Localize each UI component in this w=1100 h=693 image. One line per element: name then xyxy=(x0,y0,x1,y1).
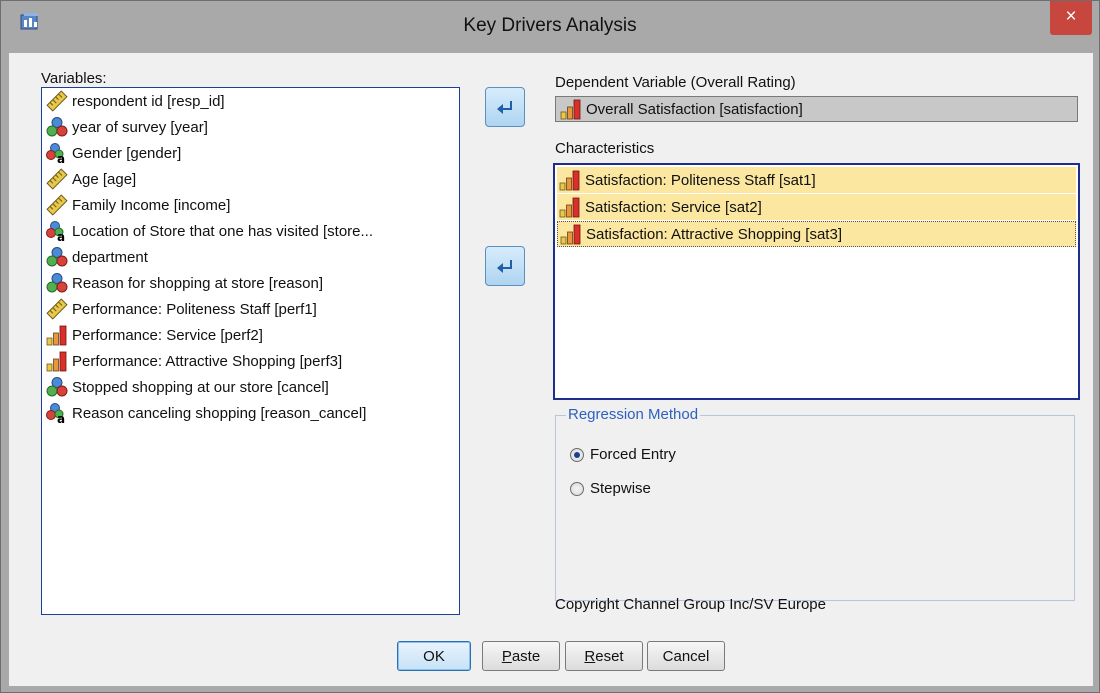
variable-item-label: Family Income [income] xyxy=(72,196,231,214)
nominal-string-icon xyxy=(46,142,68,164)
variable-item-label: Performance: Politeness Staff [perf1] xyxy=(72,300,317,318)
variable-item-label: Reason canceling shopping [reason_cancel… xyxy=(72,404,367,422)
window-title: Key Drivers Analysis xyxy=(463,15,637,36)
scale-ruler-icon xyxy=(46,194,68,216)
cancel-button-label: Cancel xyxy=(662,647,710,665)
key-drivers-dialog: Key Drivers Analysis × Variables: respon… xyxy=(0,0,1100,693)
ordinal-bars-icon xyxy=(560,98,582,120)
nominal-icon xyxy=(46,116,68,138)
scale-ruler-icon xyxy=(46,90,68,112)
variable-item[interactable]: Performance: Politeness Staff [perf1] xyxy=(42,296,459,322)
radio-forced-entry[interactable]: Forced Entry xyxy=(570,446,676,463)
ordinal-bars-icon xyxy=(46,350,68,372)
variable-item[interactable]: Performance: Service [perf2] xyxy=(42,322,459,348)
variable-item[interactable]: Reason canceling shopping [reason_cancel… xyxy=(42,400,459,426)
paste-button[interactable]: Paste xyxy=(482,641,560,671)
characteristic-item-label: Satisfaction: Politeness Staff [sat1] xyxy=(585,171,816,189)
move-to-dependent-button[interactable] xyxy=(485,87,525,127)
nominal-icon xyxy=(46,246,68,268)
paste-button-label: Paste xyxy=(501,647,541,665)
nominal-string-icon xyxy=(46,220,68,242)
ordinal-bars-icon xyxy=(559,196,581,218)
ok-button[interactable]: OK xyxy=(397,641,471,671)
nominal-icon xyxy=(46,272,68,294)
radio-stepwise[interactable]: Stepwise xyxy=(570,480,651,497)
variable-item[interactable]: Gender [gender] xyxy=(42,140,459,166)
cancel-button[interactable]: Cancel xyxy=(647,641,725,671)
arrow-left-icon xyxy=(495,256,515,276)
variable-item[interactable]: year of survey [year] xyxy=(42,114,459,140)
reset-button-label: Reset xyxy=(584,647,624,665)
characteristic-item[interactable]: Satisfaction: Attractive Shopping [sat3] xyxy=(557,221,1076,247)
radio-stepwise-label: Stepwise xyxy=(590,480,651,497)
variable-item-label: respondent id [resp_id] xyxy=(72,92,225,110)
regression-method-label: Regression Method xyxy=(566,406,701,423)
arrow-left-icon xyxy=(495,97,515,117)
title-bar[interactable]: Key Drivers Analysis × xyxy=(1,1,1099,53)
regression-method-group: Regression Method Forced Entry Stepwise xyxy=(555,406,1075,601)
variable-item[interactable]: department xyxy=(42,244,459,270)
radio-forced-entry-label: Forced Entry xyxy=(590,446,676,463)
scale-ruler-icon xyxy=(46,298,68,320)
radio-selected-icon[interactable] xyxy=(570,447,584,462)
close-button[interactable]: × xyxy=(1050,1,1092,35)
close-icon: × xyxy=(1065,6,1077,27)
characteristic-item[interactable]: Satisfaction: Politeness Staff [sat1] xyxy=(557,167,1076,193)
nominal-string-icon xyxy=(46,402,68,424)
radio-unselected-icon[interactable] xyxy=(570,481,584,496)
ordinal-bars-icon xyxy=(559,169,581,191)
nominal-icon xyxy=(46,376,68,398)
variable-item-label: Age [age] xyxy=(72,170,137,188)
variable-item-label: department xyxy=(72,248,148,266)
variable-item-label: Performance: Service [perf2] xyxy=(72,326,263,344)
characteristics-list[interactable]: Satisfaction: Politeness Staff [sat1] Sat… xyxy=(553,163,1080,400)
scale-ruler-icon xyxy=(46,168,68,190)
ordinal-bars-icon xyxy=(560,223,582,245)
dependent-variable-value: Overall Satisfaction [satisfaction] xyxy=(586,100,803,118)
variable-item[interactable]: Performance: Attractive Shopping [perf3] xyxy=(42,348,459,374)
move-to-characteristics-button[interactable] xyxy=(485,246,525,286)
variables-list[interactable]: respondent id [resp_id]year of survey [y… xyxy=(41,87,460,615)
variable-item-label: Location of Store that one has visited [… xyxy=(72,222,374,240)
dependent-variable-label: Dependent Variable (Overall Rating) xyxy=(555,74,796,91)
variable-item-label: Performance: Attractive Shopping [perf3] xyxy=(72,352,343,370)
characteristic-item-label: Satisfaction: Service [sat2] xyxy=(585,198,762,216)
dependent-variable-field[interactable]: Overall Satisfaction [satisfaction] xyxy=(555,96,1078,122)
copyright-text: Copyright Channel Group Inc/SV Europe xyxy=(555,596,826,613)
variable-item[interactable]: respondent id [resp_id] xyxy=(42,88,459,114)
ordinal-bars-icon xyxy=(46,324,68,346)
ok-button-label: OK xyxy=(423,647,445,665)
characteristic-item-label: Satisfaction: Attractive Shopping [sat3] xyxy=(586,225,842,243)
variables-label: Variables: xyxy=(41,70,107,87)
variable-item-label: Stopped shopping at our store [cancel] xyxy=(72,378,329,396)
variable-item[interactable]: Reason for shopping at store [reason] xyxy=(42,270,459,296)
variable-item-label: Reason for shopping at store [reason] xyxy=(72,274,323,292)
variable-item[interactable]: Location of Store that one has visited [… xyxy=(42,218,459,244)
variable-item-label: year of survey [year] xyxy=(72,118,208,136)
variable-item[interactable]: Age [age] xyxy=(42,166,459,192)
characteristic-item[interactable]: Satisfaction: Service [sat2] xyxy=(557,194,1076,220)
variable-item[interactable]: Family Income [income] xyxy=(42,192,459,218)
dialog-content: Variables: respondent id [resp_id]year o… xyxy=(9,53,1093,686)
reset-button[interactable]: Reset xyxy=(565,641,643,671)
characteristics-label: Characteristics xyxy=(555,140,655,157)
variable-item[interactable]: Stopped shopping at our store [cancel] xyxy=(42,374,459,400)
variable-item-label: Gender [gender] xyxy=(72,144,182,162)
